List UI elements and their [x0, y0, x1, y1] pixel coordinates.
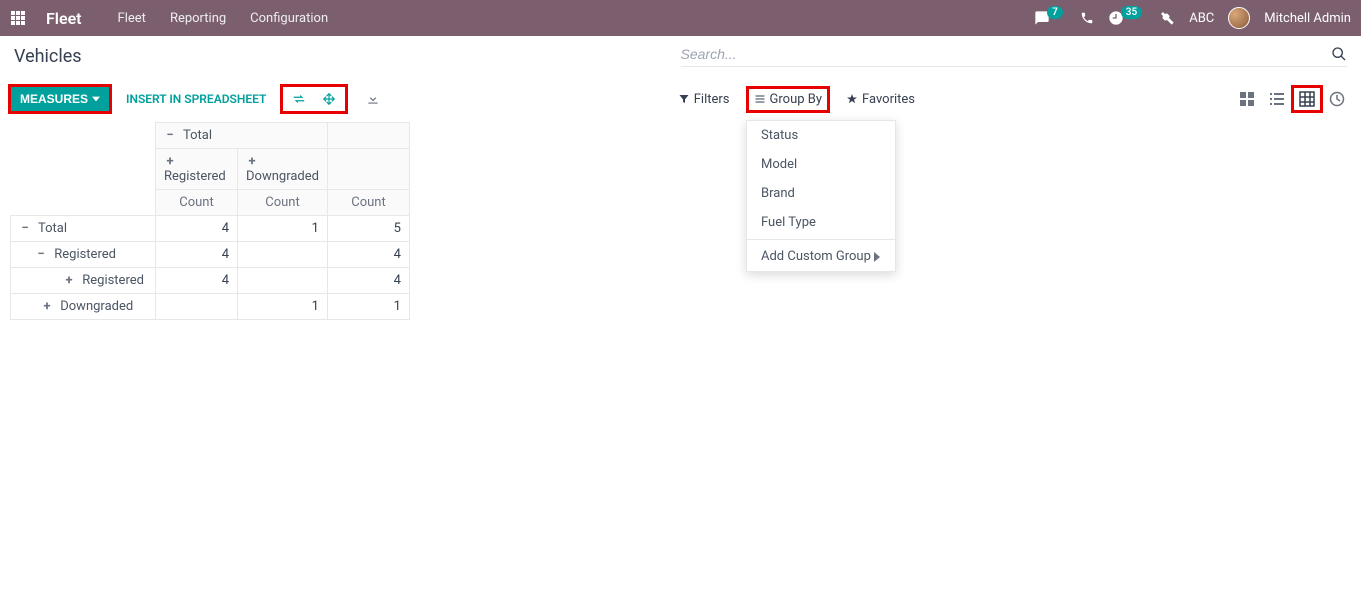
- groupby-add-custom[interactable]: Add Custom Group: [747, 242, 895, 271]
- cell: 4: [327, 268, 409, 294]
- pivot-table-wrap: − Total + Registered + Downgraded Count …: [0, 122, 1361, 320]
- activity-icon[interactable]: 35: [1108, 10, 1145, 26]
- insert-spreadsheet-button[interactable]: INSERT IN SPREADSHEET: [118, 86, 274, 112]
- favorites-label: Favorites: [862, 92, 915, 107]
- control-panel: MEASURES INSERT IN SPREADSHEET Filters G…: [0, 78, 1361, 122]
- nav-reporting[interactable]: Reporting: [170, 11, 226, 26]
- chevron-right-icon: [873, 252, 881, 262]
- nav-left: Fleet Fleet Reporting Configuration: [10, 9, 328, 28]
- download-icon[interactable]: [360, 88, 386, 110]
- collapse-icon[interactable]: −: [35, 247, 47, 262]
- cell: [238, 242, 328, 268]
- cell: 1: [238, 294, 328, 320]
- company-name[interactable]: ABC: [1189, 11, 1214, 26]
- collapse-icon[interactable]: −: [19, 221, 31, 236]
- nav-configuration[interactable]: Configuration: [250, 11, 328, 26]
- filters-label: Filters: [694, 92, 730, 107]
- activity-badge: 35: [1121, 6, 1142, 19]
- expand-all-icon[interactable]: [316, 88, 342, 110]
- col-registered-header[interactable]: + Registered: [156, 149, 238, 190]
- activity-view-icon[interactable]: [1323, 87, 1351, 111]
- flip-axis-icon[interactable]: [286, 88, 312, 110]
- col-total-header[interactable]: − Total: [156, 123, 328, 149]
- pivot-table: − Total + Registered + Downgraded Count …: [10, 122, 410, 320]
- header: Vehicles: [0, 36, 1361, 78]
- expand-icon[interactable]: +: [246, 154, 258, 169]
- add-custom-label: Add Custom Group: [761, 249, 871, 264]
- expand-icon[interactable]: +: [63, 273, 75, 288]
- count-header: Count: [238, 190, 328, 216]
- cell: 1: [327, 294, 409, 320]
- count-header: Count: [156, 190, 238, 216]
- messages-icon[interactable]: 7: [1034, 10, 1066, 26]
- cell: 1: [238, 216, 328, 242]
- page-title: Vehicles: [14, 46, 82, 67]
- groupby-status[interactable]: Status: [747, 121, 895, 150]
- list-view-icon[interactable]: [1263, 87, 1291, 111]
- nav-fleet[interactable]: Fleet: [118, 11, 146, 26]
- groupby-fueltype[interactable]: Fuel Type: [747, 208, 895, 237]
- search-icon[interactable]: [1331, 46, 1347, 62]
- dropdown-divider: [747, 239, 895, 240]
- search-area: [681, 46, 1348, 67]
- collapse-icon[interactable]: −: [164, 128, 176, 143]
- groupby-dropdown: Status Model Brand Fuel Type Add Custom …: [746, 120, 896, 272]
- messages-badge: 7: [1047, 6, 1063, 19]
- measures-button[interactable]: MEASURES: [10, 86, 110, 112]
- navbar: Fleet Fleet Reporting Configuration 7 35…: [0, 0, 1361, 36]
- expand-icon[interactable]: +: [164, 154, 176, 169]
- kanban-view-icon[interactable]: [1233, 87, 1261, 111]
- cell: 4: [156, 268, 238, 294]
- count-header: Count: [327, 190, 409, 216]
- cell: [156, 294, 238, 320]
- groupby-model[interactable]: Model: [747, 150, 895, 179]
- groupby-label: Group By: [770, 92, 823, 107]
- caret-down-icon: [92, 95, 100, 103]
- pivot-view-icon[interactable]: [1293, 87, 1321, 111]
- cell: 4: [156, 216, 238, 242]
- row-total[interactable]: − Total: [11, 216, 156, 242]
- groupby-button[interactable]: Group By: [748, 88, 829, 111]
- expand-icon[interactable]: +: [41, 299, 53, 314]
- avatar[interactable]: [1228, 7, 1250, 29]
- row-registered[interactable]: − Registered: [11, 242, 156, 268]
- phone-icon[interactable]: [1080, 11, 1094, 25]
- cell: 4: [327, 242, 409, 268]
- measures-label: MEASURES: [20, 92, 88, 106]
- row-downgraded[interactable]: + Downgraded: [11, 294, 156, 320]
- cell: [238, 268, 328, 294]
- cell: 4: [156, 242, 238, 268]
- nav-right: 7 35 ABC Mitchell Admin: [1034, 7, 1351, 29]
- left-buttons: MEASURES INSERT IN SPREADSHEET: [10, 86, 386, 112]
- filters-button[interactable]: Filters: [672, 88, 736, 111]
- row-registered-sub[interactable]: + Registered: [11, 268, 156, 294]
- col-downgraded-header[interactable]: + Downgraded: [238, 149, 328, 190]
- tools-icon[interactable]: [1159, 10, 1175, 26]
- pivot-tools: [282, 86, 346, 112]
- search-input[interactable]: [681, 46, 1332, 62]
- nav-links: Fleet Reporting Configuration: [118, 11, 329, 26]
- apps-icon[interactable]: [10, 10, 26, 26]
- app-brand[interactable]: Fleet: [46, 9, 82, 28]
- groupby-brand[interactable]: Brand: [747, 179, 895, 208]
- right-controls: Filters Group By Favorites: [672, 87, 1351, 111]
- favorites-button[interactable]: Favorites: [840, 88, 921, 111]
- user-name[interactable]: Mitchell Admin: [1264, 11, 1351, 26]
- view-switcher: [933, 87, 1351, 111]
- cell: 5: [327, 216, 409, 242]
